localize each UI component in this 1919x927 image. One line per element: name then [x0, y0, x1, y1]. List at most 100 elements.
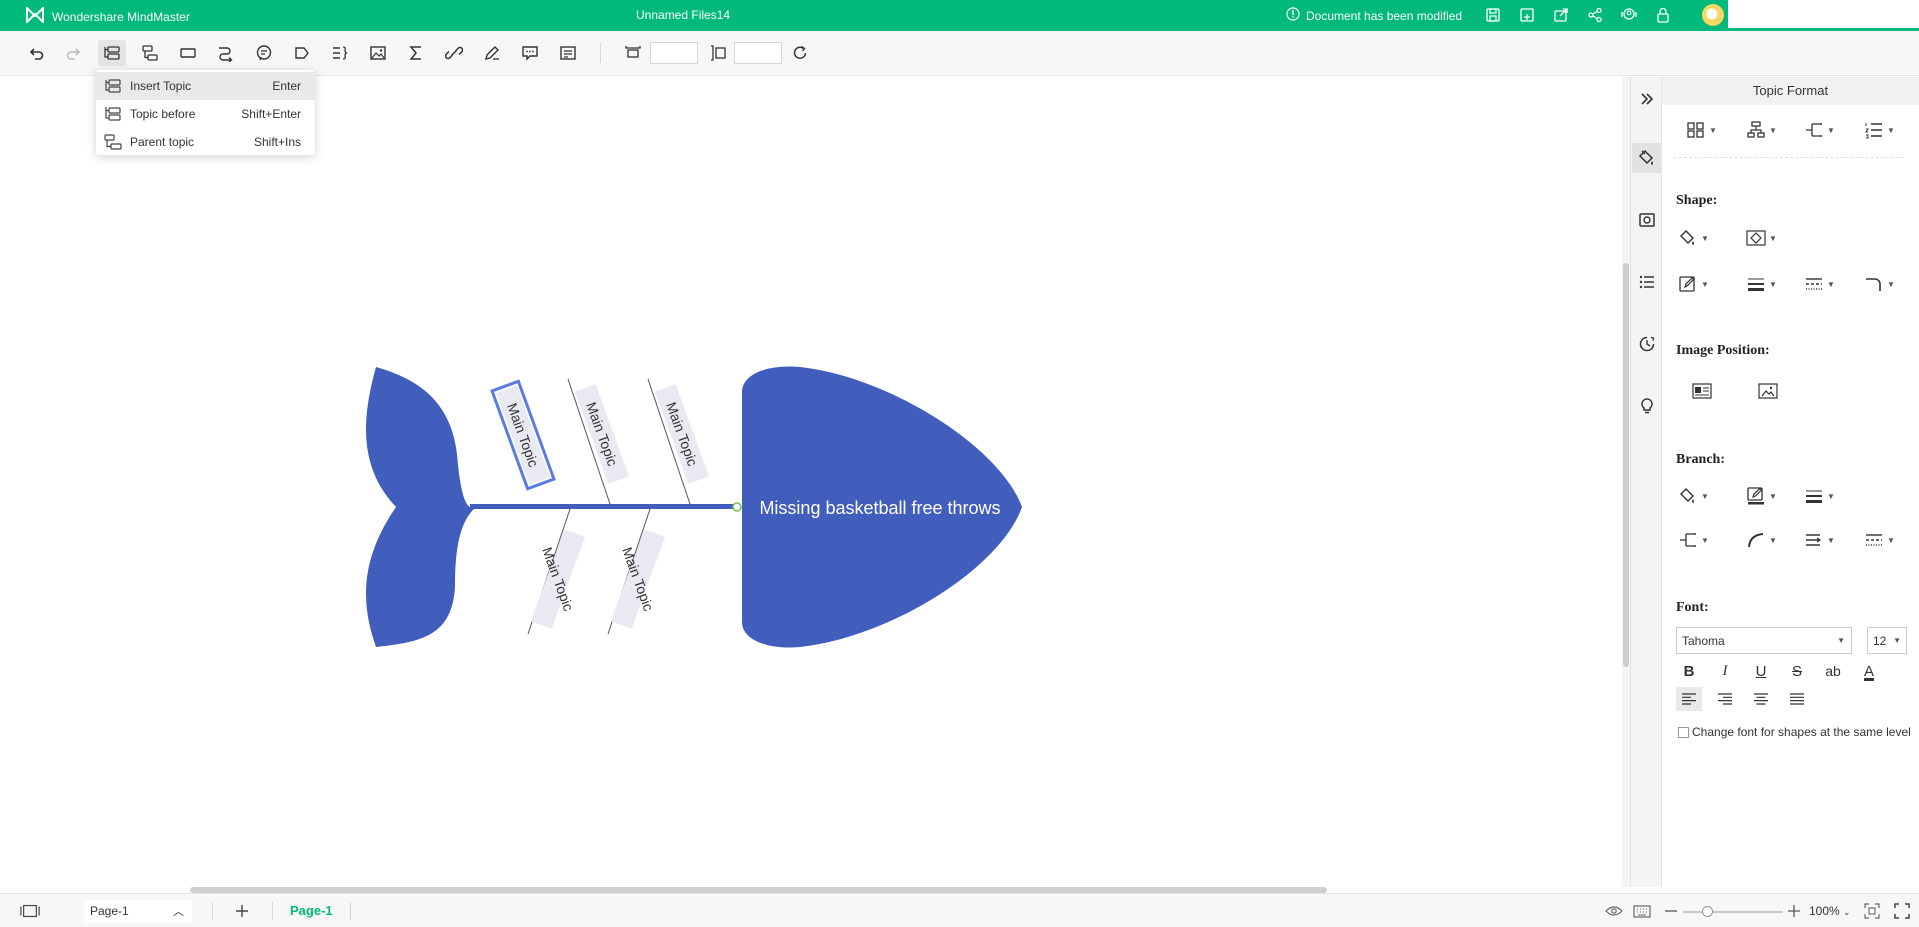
- save-as-icon[interactable]: [1516, 5, 1538, 25]
- fit-page-button[interactable]: [1862, 901, 1882, 921]
- save-icon[interactable]: [1482, 5, 1504, 25]
- keyboard-button[interactable]: [1632, 901, 1652, 921]
- note-button[interactable]: [554, 40, 582, 66]
- image-icon: [370, 46, 386, 60]
- history-panel-tab[interactable]: [1632, 329, 1662, 359]
- vertical-scroll-thumb[interactable]: [1623, 263, 1629, 667]
- border-color-button[interactable]: ▼: [1678, 275, 1709, 293]
- callout-button[interactable]: [250, 40, 278, 66]
- add-page-button[interactable]: [232, 901, 252, 921]
- summary-button[interactable]: [326, 40, 354, 66]
- floating-topic-button[interactable]: [174, 40, 202, 66]
- page-tab-page-1[interactable]: Page-1: [290, 903, 333, 918]
- italic-button[interactable]: I: [1712, 659, 1738, 683]
- font-size-value: 12: [1873, 634, 1887, 648]
- outline-panel-tab[interactable]: [1632, 267, 1662, 297]
- align-center-button[interactable]: [1748, 687, 1774, 711]
- upper-bone-1[interactable]: Main Topic: [490, 379, 556, 491]
- numbering-button[interactable]: ▼: [1864, 121, 1895, 139]
- justify-button[interactable]: [1784, 687, 1810, 711]
- zoom-out-button[interactable]: [1661, 901, 1681, 921]
- font-family-select[interactable]: Tahoma ▼: [1676, 627, 1852, 654]
- align-left-icon: [1682, 693, 1696, 705]
- user-avatar[interactable]: [1702, 4, 1724, 26]
- lock-icon[interactable]: [1652, 5, 1674, 25]
- upper-bone-2[interactable]: Main Topic: [567, 378, 630, 505]
- zoom-level[interactable]: 100% ⌄: [1809, 904, 1851, 918]
- align-right-button[interactable]: [1712, 687, 1738, 711]
- lower-bone-1[interactable]: Main Topic: [527, 508, 586, 635]
- corner-style-button[interactable]: ▼: [1864, 275, 1895, 293]
- align-left-button[interactable]: [1676, 687, 1702, 711]
- zoom-in-button[interactable]: [1784, 901, 1804, 921]
- relationship-button[interactable]: [212, 40, 240, 66]
- zoom-slider-track[interactable]: [1683, 911, 1783, 913]
- strikethrough-button[interactable]: S: [1784, 659, 1810, 683]
- status-bar: Page-1 ︿ Page-1 100% ⌄: [0, 893, 1919, 927]
- underline-button[interactable]: U: [1748, 659, 1774, 683]
- topic-width-input[interactable]: [650, 42, 698, 64]
- image-button[interactable]: [364, 40, 392, 66]
- comment-button[interactable]: [516, 40, 544, 66]
- image-top-button[interactable]: [1758, 382, 1778, 400]
- insert-topic-button[interactable]: [98, 40, 126, 66]
- redo-button[interactable]: [60, 40, 88, 66]
- undo-button[interactable]: [22, 40, 50, 66]
- menu-item-shortcut: Shift+Enter: [241, 107, 301, 121]
- case-button[interactable]: ab: [1820, 659, 1846, 683]
- share-icon[interactable]: [1584, 5, 1606, 25]
- collaborate-icon[interactable]: [1618, 5, 1640, 25]
- branch-arrow-button[interactable]: ▼: [1804, 531, 1835, 549]
- bold-button[interactable]: B: [1676, 659, 1702, 683]
- branch-dash-button[interactable]: ▼: [1864, 531, 1895, 549]
- same-level-label: Change font for shapes at the same level: [1692, 725, 1911, 739]
- menu-item-topic-before[interactable]: Topic before Shift+Enter: [96, 100, 315, 128]
- structure-button[interactable]: ▼: [1746, 121, 1777, 139]
- menu-item-parent-topic[interactable]: Parent topic Shift+Ins: [96, 128, 315, 156]
- shape-fill-button[interactable]: ▼: [1678, 229, 1709, 247]
- font-size-select[interactable]: 12 ▼: [1867, 627, 1907, 654]
- layout-button[interactable]: ▼: [1686, 121, 1717, 139]
- branch-color-button[interactable]: ▼: [1746, 487, 1777, 505]
- mindmap-canvas[interactable]: Missing basketball free throws Main Topi…: [0, 77, 1622, 887]
- hyperlink-button[interactable]: [440, 40, 468, 66]
- image-left-button[interactable]: [1692, 382, 1712, 400]
- subtopic-icon: [142, 45, 158, 61]
- clipart-panel-tab[interactable]: [1632, 205, 1662, 235]
- page-select[interactable]: Page-1 ︿: [84, 900, 192, 922]
- clipart-icon: [1639, 213, 1655, 227]
- border-dash-button[interactable]: ▼: [1804, 275, 1835, 293]
- branch-edit-icon: [1747, 487, 1764, 505]
- export-icon[interactable]: [1550, 5, 1572, 25]
- comment-icon: [522, 46, 538, 61]
- view-button[interactable]: [1604, 901, 1624, 921]
- same-level-font-option[interactable]: Change font for shapes at the same level: [1678, 725, 1911, 739]
- connector-style-button[interactable]: ▼: [1804, 121, 1835, 139]
- upper-bone-3[interactable]: Main Topic: [647, 378, 710, 505]
- same-level-checkbox[interactable]: [1678, 726, 1689, 738]
- subtopic-button[interactable]: [136, 40, 164, 66]
- mark-button[interactable]: [478, 40, 506, 66]
- reset-size-button[interactable]: [786, 40, 814, 66]
- branch-weight-button[interactable]: ▼: [1804, 487, 1835, 505]
- lower-bone-2[interactable]: Main Topic: [607, 508, 666, 635]
- page-panel-button[interactable]: [20, 901, 40, 921]
- branch-fill-button[interactable]: ▼: [1678, 487, 1709, 505]
- image-left-icon: [1692, 383, 1712, 399]
- format-panel-tab[interactable]: [1632, 143, 1662, 173]
- formula-button[interactable]: [402, 40, 430, 66]
- label-button[interactable]: [288, 40, 316, 66]
- border-weight-button[interactable]: ▼: [1746, 275, 1777, 293]
- shape-type-button[interactable]: ▼: [1746, 229, 1777, 247]
- branch-curve-button[interactable]: ▼: [1746, 531, 1777, 549]
- topic-height-input[interactable]: [734, 42, 782, 64]
- font-color-button[interactable]: A: [1856, 659, 1882, 683]
- collapse-panel-button[interactable]: [1632, 84, 1662, 114]
- fullscreen-button[interactable]: [1892, 901, 1912, 921]
- zoom-slider-handle[interactable]: [1702, 906, 1713, 917]
- vertical-scrollbar[interactable]: [1622, 77, 1630, 887]
- fish-tail: [366, 367, 476, 647]
- branch-connector-button[interactable]: ▼: [1678, 531, 1709, 549]
- ideas-panel-tab[interactable]: [1632, 391, 1662, 421]
- menu-item-insert-topic[interactable]: Insert Topic Enter: [96, 72, 315, 100]
